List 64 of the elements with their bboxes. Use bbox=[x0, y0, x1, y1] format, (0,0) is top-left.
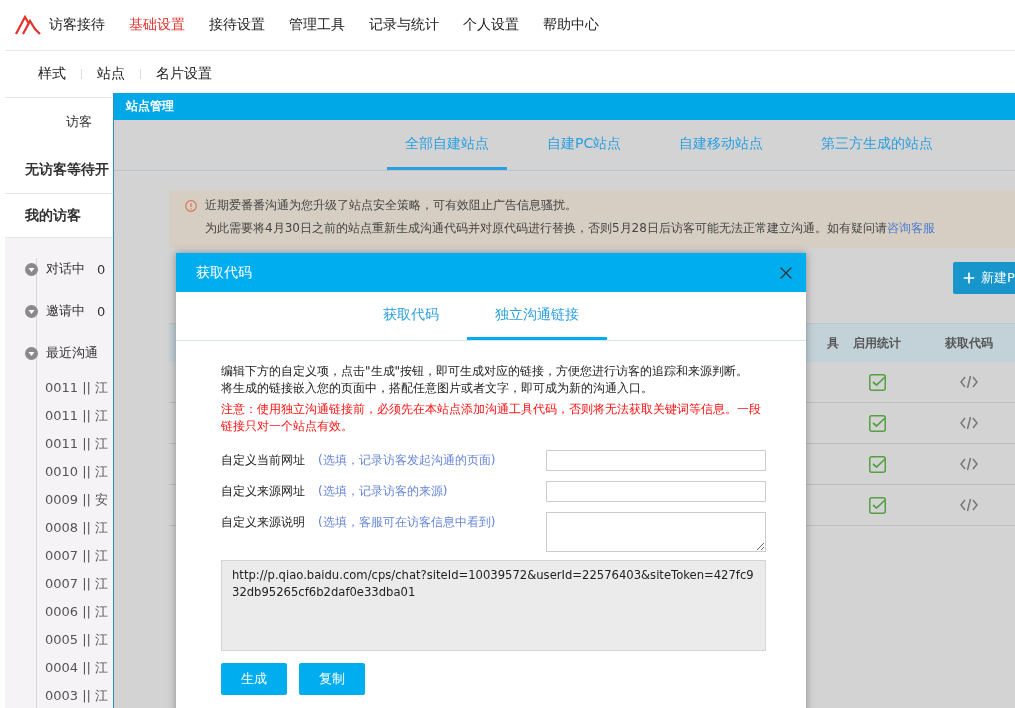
checkbox-icon[interactable] bbox=[868, 373, 886, 391]
checkbox-icon[interactable] bbox=[868, 414, 886, 432]
subnav-item[interactable]: 站点 bbox=[97, 65, 125, 83]
visitor-item[interactable]: 0004 || 江 bbox=[45, 659, 109, 677]
group-count: 0 bbox=[97, 261, 106, 277]
nav-item[interactable]: 个人设置 bbox=[463, 16, 519, 34]
column-header: 具 bbox=[827, 334, 839, 352]
visitor-item[interactable]: 0011 || 江 bbox=[45, 379, 109, 397]
subnav-item[interactable]: 名片设置 bbox=[156, 65, 212, 83]
visitor-item[interactable]: 0006 || 江 bbox=[45, 603, 109, 621]
visitor-item[interactable]: 0011 || 江 bbox=[45, 407, 109, 425]
nav-item[interactable]: 访客接待 bbox=[49, 16, 105, 34]
visitor-item[interactable]: 0003 || 江 bbox=[45, 687, 109, 705]
input-field[interactable] bbox=[546, 512, 766, 552]
column-header: 获取代码 bbox=[945, 334, 993, 352]
warning-text: 注意：使用独立沟通链接前，必须先在本站点添加沟通工具代码，否则将无法获取关键词等信息。一段链接只对一个站点有效。 bbox=[221, 401, 762, 435]
field-label: 自定义来源说明 bbox=[221, 514, 306, 531]
visitor-item[interactable]: 0007 || 江 bbox=[45, 575, 109, 593]
field-hint: (选填，记录访客的来源) bbox=[318, 483, 449, 500]
subnav-item[interactable]: 样式 bbox=[38, 65, 66, 83]
code-icon[interactable] bbox=[960, 498, 978, 512]
description-text: 将生成的链接嵌入您的页面中，搭配任意图片或者文字，即可成为新的沟通入口。 bbox=[221, 380, 654, 397]
visitor-item[interactable]: 0011 || 江 bbox=[45, 435, 109, 453]
input-field[interactable] bbox=[546, 450, 766, 471]
collapse-icon[interactable] bbox=[25, 262, 38, 276]
column-header: 启用统计 bbox=[853, 334, 901, 352]
plus-icon bbox=[961, 270, 977, 286]
section-title: 我的访客 bbox=[25, 206, 81, 225]
group-label[interactable]: 对话中 bbox=[46, 260, 85, 278]
logo-icon bbox=[15, 15, 41, 35]
visitor-item[interactable]: 0007 || 江 bbox=[45, 547, 109, 565]
code-icon[interactable] bbox=[960, 457, 978, 471]
warning-icon bbox=[185, 199, 197, 212]
nav-item[interactable]: 基础设置 bbox=[129, 16, 185, 34]
field-hint: (选填，客服可在访客信息中看到) bbox=[318, 514, 497, 531]
dialog-title: 获取代码 bbox=[196, 263, 252, 282]
panel-title: 站点管理 bbox=[126, 98, 174, 115]
link-output[interactable]: http://p.qiao.baidu.com/cps/chat?siteId=10039572&userId=22576403&siteToken=427fc932db95265cf6b2daf0e33dba01 bbox=[221, 560, 766, 651]
code-icon[interactable] bbox=[960, 416, 978, 430]
field-hint: (选填，记录访客发起沟通的页面) bbox=[318, 452, 497, 469]
visitor-item[interactable]: 0008 || 江 bbox=[45, 519, 109, 537]
group-count: 0 bbox=[97, 303, 106, 319]
visitor-item[interactable]: 0009 || 安 bbox=[45, 491, 109, 509]
waiting-status: 无访客等待开 bbox=[25, 160, 109, 179]
nav-item[interactable]: 记录与统计 bbox=[369, 16, 439, 34]
group-label[interactable]: 邀请中 bbox=[46, 302, 85, 320]
input-field[interactable] bbox=[546, 481, 766, 502]
group-label[interactable]: 最近沟通 bbox=[46, 344, 98, 362]
visitor-item[interactable]: 0010 || 江 bbox=[45, 463, 109, 481]
checkbox-icon[interactable] bbox=[868, 455, 886, 473]
sidebar-header: 访客 bbox=[66, 113, 92, 131]
notice-text: 近期爱番番沟通为您升级了站点安全策略，可有效阻止广告信息骚扰。 bbox=[205, 197, 577, 214]
notice-text: 为此需要将4月30日之前的站点重新生成沟通代码并对原代码进行替换，否则5月28日后访客可能无法正常建立沟通。如有疑问请 bbox=[205, 220, 887, 237]
collapse-icon[interactable] bbox=[25, 346, 38, 360]
checkbox-icon[interactable] bbox=[868, 496, 886, 514]
field-label: 自定义来源网址 bbox=[221, 483, 306, 500]
field-label: 自定义当前网址 bbox=[221, 452, 306, 469]
code-icon[interactable] bbox=[960, 375, 978, 389]
visitor-item[interactable]: 0005 || 江 bbox=[45, 631, 109, 649]
nav-item[interactable]: 帮助中心 bbox=[543, 16, 599, 34]
nav-item[interactable]: 管理工具 bbox=[289, 16, 345, 34]
collapse-icon[interactable] bbox=[25, 304, 38, 318]
nav-item[interactable]: 接待设置 bbox=[209, 16, 265, 34]
description-text: 编辑下方的自定义项，点击"生成"按钮，即可生成对应的链接，方便您进行访客的追踪和来源判断。 bbox=[221, 363, 750, 380]
